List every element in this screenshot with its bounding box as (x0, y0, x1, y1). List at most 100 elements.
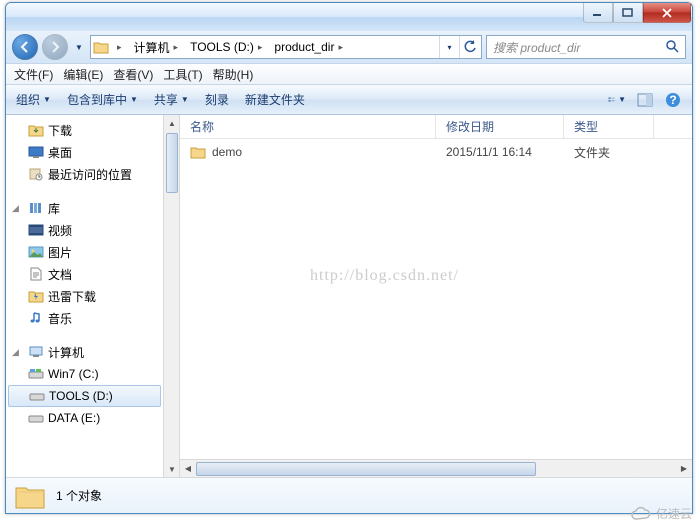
item-type: 文件夹 (564, 144, 654, 161)
music-icon (28, 311, 44, 325)
content-pane: 名称 修改日期 类型 demo 2015/11/1 16:14 文件夹 http… (180, 115, 692, 477)
cloud-icon (630, 506, 652, 522)
scroll-left-icon[interactable]: ◀ (180, 460, 196, 478)
address-bar[interactable]: ▸ 计算机▸ TOOLS (D:)▸ product_dir▸ ▾ (90, 35, 482, 59)
back-button[interactable] (12, 34, 38, 60)
close-button[interactable] (643, 3, 691, 23)
brand-watermark: 亿速云 (630, 505, 692, 522)
breadcrumb-tools[interactable]: TOOLS (D:)▸ (186, 36, 266, 58)
newfolder-button[interactable]: 新建文件夹 (245, 91, 305, 108)
tree-label: 文档 (48, 266, 72, 283)
tree-tools[interactable]: TOOLS (D:) (8, 385, 161, 407)
tree-label: Win7 (C:) (48, 367, 99, 381)
scroll-thumb[interactable] (196, 462, 536, 476)
titlebar[interactable] (6, 3, 692, 31)
tree-label: TOOLS (D:) (49, 389, 113, 403)
recent-icon (28, 167, 44, 181)
col-name[interactable]: 名称 (180, 115, 436, 138)
breadcrumb-computer[interactable]: 计算机▸ (130, 36, 183, 58)
tree-win7[interactable]: Win7 (C:) (6, 363, 163, 385)
drive-icon (28, 367, 44, 381)
tree-label: 视频 (48, 222, 72, 239)
include-button[interactable]: 包含到库中 ▼ (67, 91, 138, 108)
drive-icon (28, 411, 44, 425)
downloads-icon (28, 123, 44, 137)
tree-desktop[interactable]: 桌面 (6, 141, 163, 163)
status-bar: 1 个对象 (6, 477, 692, 513)
breadcrumb-root[interactable]: ▸ (113, 36, 126, 58)
share-button[interactable]: 共享 ▼ (154, 91, 189, 108)
svg-text:?: ? (669, 93, 676, 107)
folder-icon (190, 145, 206, 159)
organize-button[interactable]: 组织 ▼ (16, 91, 51, 108)
drive-icon (29, 389, 45, 403)
nav-tree[interactable]: 下载 桌面 最近访问的位置 ◢库 视频 图片 文档 迅雷下载 音乐 ◢计算机 W… (6, 115, 164, 477)
tree-documents[interactable]: 文档 (6, 263, 163, 285)
breadcrumb-productdir[interactable]: product_dir▸ (270, 36, 347, 58)
tree-label: 桌面 (48, 144, 72, 161)
tree-libraries[interactable]: ◢库 (6, 197, 163, 219)
search-placeholder: 搜索 product_dir (493, 39, 580, 56)
tree-scrollbar[interactable]: ▲ ▼ (164, 115, 180, 477)
content-hscroll[interactable]: ◀ ▶ (180, 459, 692, 477)
menu-help[interactable]: 帮助(H) (213, 66, 254, 83)
breadcrumb-label: TOOLS (D:) (190, 40, 254, 54)
refresh-button[interactable] (459, 36, 479, 58)
menubar: 文件(F) 编辑(E) 查看(V) 工具(T) 帮助(H) (6, 63, 692, 85)
tree-label: 计算机 (48, 344, 84, 361)
search-box[interactable]: 搜索 product_dir (486, 35, 686, 59)
forward-button[interactable] (42, 34, 68, 60)
menu-file[interactable]: 文件(F) (14, 66, 53, 83)
tree-data[interactable]: DATA (E:) (6, 407, 163, 429)
maximize-button[interactable] (613, 3, 643, 23)
view-mode-button[interactable]: ▼ (608, 92, 626, 108)
xunlei-icon (28, 289, 44, 303)
tree-music[interactable]: 音乐 (6, 307, 163, 329)
status-count: 1 个对象 (56, 487, 102, 504)
minimize-button[interactable] (583, 3, 613, 23)
file-list[interactable]: demo 2015/11/1 16:14 文件夹 http://blog.csd… (180, 139, 692, 459)
collapse-icon[interactable]: ◢ (12, 203, 24, 214)
list-item[interactable]: demo 2015/11/1 16:14 文件夹 (180, 139, 692, 161)
toolbar: 组织 ▼ 包含到库中 ▼ 共享 ▼ 刻录 新建文件夹 ▼ ? (6, 85, 692, 115)
col-type[interactable]: 类型 (564, 115, 654, 138)
folder-icon (14, 482, 46, 510)
documents-icon (28, 267, 44, 281)
menu-view[interactable]: 查看(V) (113, 66, 153, 83)
history-dropdown[interactable]: ▼ (72, 37, 86, 57)
breadcrumb-label: product_dir (274, 40, 334, 54)
share-label: 共享 (154, 91, 178, 108)
preview-pane-button[interactable] (636, 92, 654, 108)
scroll-down-icon[interactable]: ▼ (164, 461, 180, 477)
menu-edit[interactable]: 编辑(E) (63, 66, 103, 83)
address-dropdown[interactable]: ▾ (439, 36, 459, 58)
collapse-icon[interactable]: ◢ (12, 347, 24, 358)
tree-label: 图片 (48, 244, 72, 261)
menu-tools[interactable]: 工具(T) (163, 66, 202, 83)
tree-label: 迅雷下载 (48, 288, 96, 305)
computer-icon (28, 345, 44, 359)
desktop-icon (28, 145, 44, 159)
tree-label: 下载 (48, 122, 72, 139)
brand-label: 亿速云 (656, 505, 692, 522)
scroll-up-icon[interactable]: ▲ (164, 115, 180, 131)
tree-computer[interactable]: ◢ 计算机 (6, 341, 163, 363)
tree-label: 音乐 (48, 310, 72, 327)
help-button[interactable]: ? (664, 92, 682, 108)
col-date[interactable]: 修改日期 (436, 115, 564, 138)
column-headers: 名称 修改日期 类型 (180, 115, 692, 139)
scroll-thumb[interactable] (166, 133, 178, 193)
item-date: 2015/11/1 16:14 (436, 145, 564, 159)
body: 下载 桌面 最近访问的位置 ◢库 视频 图片 文档 迅雷下载 音乐 ◢计算机 W… (6, 115, 692, 477)
tree-recent[interactable]: 最近访问的位置 (6, 163, 163, 185)
organize-label: 组织 (16, 91, 40, 108)
tree-label: 最近访问的位置 (48, 166, 132, 183)
tree-videos[interactable]: 视频 (6, 219, 163, 241)
scroll-right-icon[interactable]: ▶ (676, 460, 692, 478)
burn-button[interactable]: 刻录 (205, 91, 229, 108)
tree-label: 库 (48, 200, 60, 217)
tree-xunlei[interactable]: 迅雷下载 (6, 285, 163, 307)
tree-downloads[interactable]: 下载 (6, 119, 163, 141)
watermark-text: http://blog.csdn.net/ (310, 267, 459, 285)
tree-pictures[interactable]: 图片 (6, 241, 163, 263)
